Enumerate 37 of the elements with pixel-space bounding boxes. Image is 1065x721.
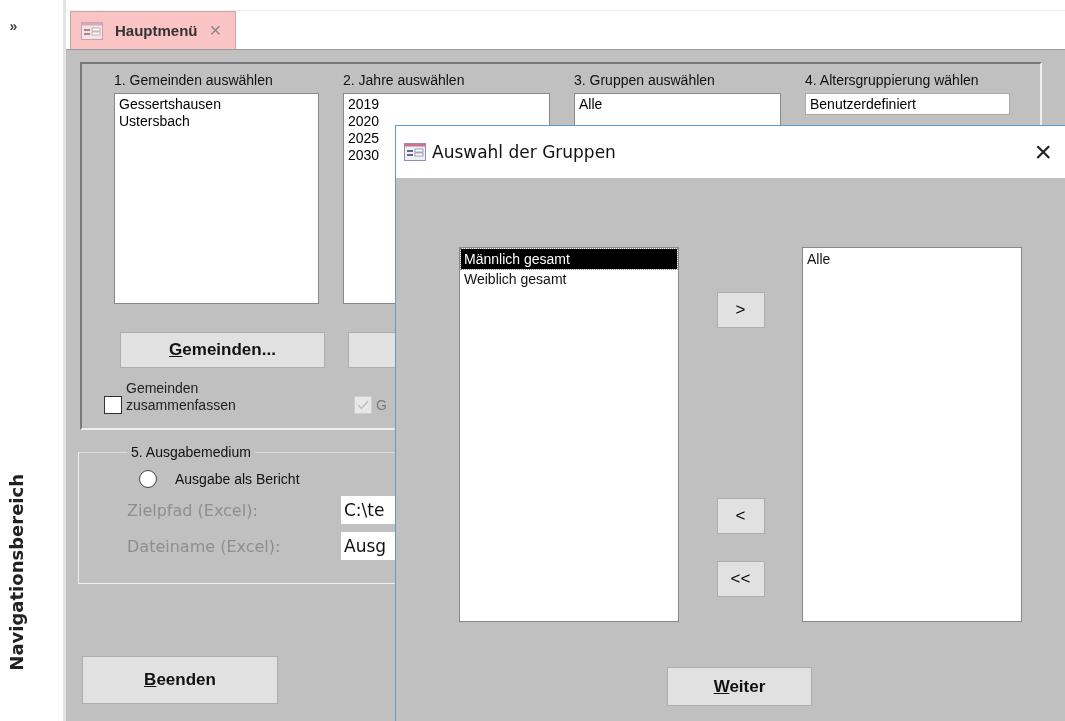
form-icon [81, 21, 103, 40]
list-item[interactable]: Männlich gesamt [461, 249, 677, 269]
checkbox[interactable] [104, 396, 122, 414]
navigation-pane-label[interactable]: Navigationsbereich [6, 474, 27, 671]
exit-button[interactable]: Beenden [82, 656, 278, 704]
list-item[interactable]: Alle [579, 96, 603, 113]
next-button[interactable]: Weiter [667, 667, 812, 706]
radio-button[interactable] [139, 470, 157, 488]
move-button[interactable]: > [716, 292, 765, 328]
move-button[interactable]: < [716, 498, 765, 534]
checkbox-label: G [376, 397, 388, 414]
list-item[interactable]: 2030 [348, 147, 380, 164]
column-heading: 4. Altersgruppierung wählen [805, 72, 980, 88]
form-icon [404, 143, 426, 161]
column-heading: 3. Gruppen auswählen [574, 72, 716, 88]
list-item[interactable]: Gessertshausen [119, 96, 221, 113]
list-item[interactable]: Alle [804, 249, 1020, 269]
group-label: 5. Ausgabemedium [130, 444, 252, 460]
list-item[interactable]: Weiblich gesamt [461, 269, 677, 289]
expand-toggle[interactable]: » [9, 18, 18, 34]
dialog-title: Auswahl der Gruppen [432, 142, 617, 162]
close-button[interactable]: × [1034, 137, 1052, 167]
list-box[interactable]: Gessertshausen Ustersbach [114, 93, 319, 304]
radio-label: Ausgabe als Bericht [175, 471, 300, 487]
checkbox-label: Gemeinden zusammenfassen [126, 380, 237, 414]
list-item[interactable]: 2020 [348, 113, 380, 130]
municipalities-button[interactable]: Gemeinden... [120, 332, 325, 368]
list-item[interactable]: 2025 [348, 130, 380, 147]
list-item[interactable]: 2019 [348, 96, 380, 113]
move-button[interactable]: << [716, 561, 765, 597]
list-item[interactable]: Ustersbach [119, 113, 190, 130]
chosen-list[interactable]: Alle [802, 247, 1022, 622]
column-heading: 2. Jahre auswählen [343, 72, 466, 88]
available-list[interactable]: Männlich gesamt Weiblich gesamt [459, 247, 679, 622]
column-heading: 1. Gemeinden auswählen [114, 72, 274, 88]
form-tab[interactable]: Hauptmenü × [70, 11, 237, 49]
combo-field[interactable]: Benutzerdefiniert [805, 93, 1010, 115]
